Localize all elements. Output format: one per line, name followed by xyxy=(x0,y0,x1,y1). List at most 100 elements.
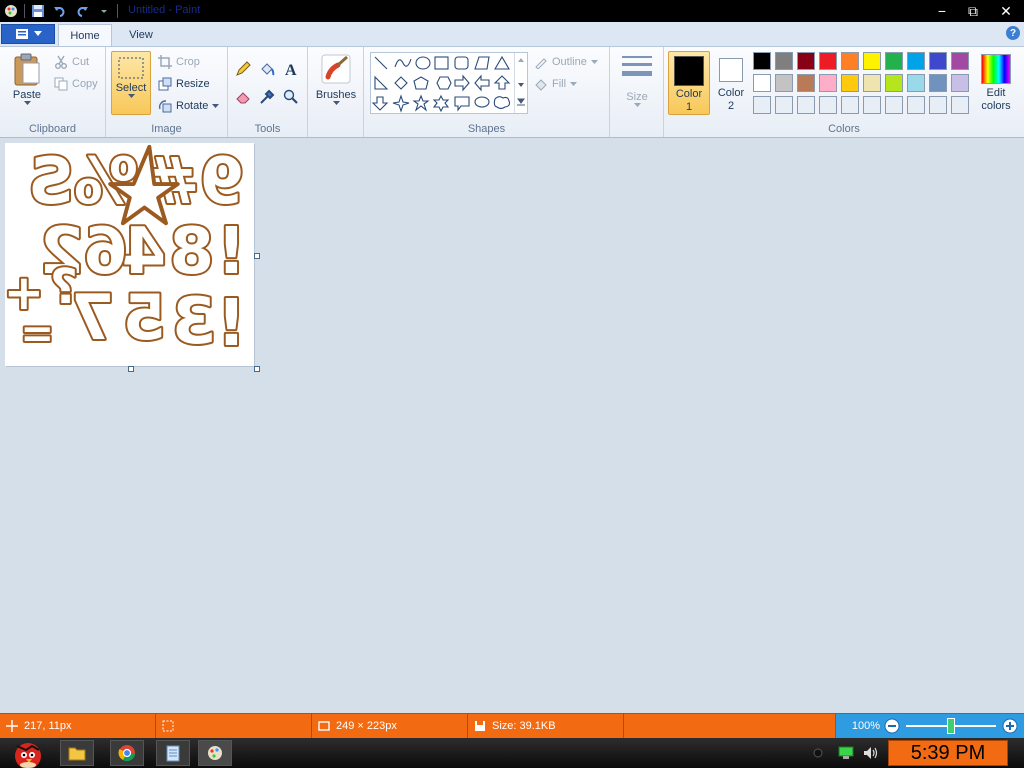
rotate-button[interactable]: Rotate xyxy=(158,99,220,113)
chevron-down-icon xyxy=(590,59,598,64)
palette-swatch[interactable] xyxy=(775,74,793,92)
eraser-icon[interactable] xyxy=(233,87,253,107)
six-point-star-icon xyxy=(432,94,450,113)
file-size-segment: Size: 39.1KB xyxy=(468,714,624,738)
palette-swatch[interactable] xyxy=(907,96,925,114)
taskbar-chrome[interactable] xyxy=(110,740,144,766)
chevron-down-icon xyxy=(570,81,578,86)
palette-swatch[interactable] xyxy=(863,74,881,92)
hexagon-icon xyxy=(436,76,452,90)
color1-button[interactable]: Color 1 xyxy=(668,51,710,115)
zoom-slider-thumb[interactable] xyxy=(947,718,955,734)
start-button[interactable] xyxy=(2,738,52,768)
palette-swatch[interactable] xyxy=(819,52,837,70)
zoom-in-icon[interactable] xyxy=(1002,718,1018,734)
brushes-button[interactable]: Brushes xyxy=(314,53,358,106)
palette-swatch[interactable] xyxy=(841,96,859,114)
tray-dot-icon[interactable] xyxy=(812,747,824,759)
fill-bucket-icon[interactable] xyxy=(257,59,277,79)
pencil-icon[interactable] xyxy=(233,59,253,79)
paint-app-icon[interactable] xyxy=(2,2,20,20)
right-arrow-icon xyxy=(454,74,470,92)
drawing-canvas[interactable]: 9# % S ! 8 4 6 2 ! 3 5 7 ? + = xyxy=(2,143,254,366)
palette-swatch[interactable] xyxy=(797,96,815,114)
resize-handle-corner[interactable] xyxy=(254,366,260,372)
palette-swatch[interactable] xyxy=(775,96,793,114)
resize-handle-right[interactable] xyxy=(254,253,260,259)
minimize-button[interactable]: − xyxy=(928,2,956,20)
palette-swatch[interactable] xyxy=(841,74,859,92)
cursor-position-segment: 217, 11px xyxy=(0,714,156,738)
palette-swatch[interactable] xyxy=(819,96,837,114)
zoom-controls: 100% xyxy=(836,714,1024,738)
palette-swatch[interactable] xyxy=(841,52,859,70)
paint-menu-button[interactable] xyxy=(1,24,55,44)
palette-swatch[interactable] xyxy=(753,96,771,114)
resize-handle-bottom[interactable] xyxy=(128,366,134,372)
chevron-down-icon xyxy=(212,103,220,108)
color2-button[interactable]: Color 2 xyxy=(712,51,750,115)
tab-home[interactable]: Home xyxy=(58,24,112,46)
crop-button[interactable]: Crop xyxy=(158,55,200,69)
palette-swatch[interactable] xyxy=(797,74,815,92)
network-icon[interactable] xyxy=(838,746,854,760)
paste-button[interactable]: Paste xyxy=(8,53,46,106)
select-button[interactable]: Select xyxy=(111,51,151,115)
palette-swatch[interactable] xyxy=(885,52,903,70)
save-icon[interactable] xyxy=(29,2,47,20)
redo-icon[interactable] xyxy=(73,2,91,20)
zoom-out-icon[interactable] xyxy=(884,718,900,734)
palette-swatch[interactable] xyxy=(885,96,903,114)
palette-swatch[interactable] xyxy=(753,74,771,92)
palette-swatch[interactable] xyxy=(775,52,793,70)
outline-button[interactable]: Outline xyxy=(534,55,598,69)
palette-swatch[interactable] xyxy=(951,96,969,114)
palette-swatch[interactable] xyxy=(907,74,925,92)
undo-icon[interactable] xyxy=(51,2,69,20)
size-button[interactable]: Size xyxy=(618,53,656,108)
shapes-gallery xyxy=(370,52,528,114)
palette-swatch[interactable] xyxy=(863,52,881,70)
svg-text:5: 5 xyxy=(123,281,166,354)
taskbar-notepad[interactable] xyxy=(156,740,190,766)
palette-swatch[interactable] xyxy=(907,52,925,70)
close-button[interactable]: ✕ xyxy=(992,2,1020,20)
notepad-icon xyxy=(166,745,180,762)
palette-swatch[interactable] xyxy=(929,74,947,92)
text-icon[interactable]: A xyxy=(281,59,301,79)
file-size: Size: 39.1KB xyxy=(492,720,556,732)
magnifier-icon[interactable] xyxy=(281,87,301,107)
resize-button[interactable]: Resize xyxy=(158,77,210,91)
quick-access-toolbar xyxy=(0,2,118,20)
palette-swatch[interactable] xyxy=(951,74,969,92)
palette-swatch[interactable] xyxy=(885,74,903,92)
fill-button[interactable]: Fill xyxy=(534,77,578,91)
palette-swatch[interactable] xyxy=(863,96,881,114)
cut-button[interactable]: Cut xyxy=(54,55,89,69)
color-picker-icon[interactable] xyxy=(257,87,277,107)
palette-swatch[interactable] xyxy=(819,74,837,92)
down-arrow-icon xyxy=(371,96,389,111)
taskbar-clock[interactable]: 5:39 PM xyxy=(888,740,1008,766)
copy-button[interactable]: Copy xyxy=(54,77,98,91)
palette-swatch[interactable] xyxy=(951,52,969,70)
zoom-slider[interactable] xyxy=(906,718,996,734)
restore-button[interactable]: ⧉ xyxy=(959,2,987,20)
resize-icon xyxy=(158,77,172,91)
mirrored-bubble-characters-image: 9# % S ! 8 4 6 2 ! 3 5 7 ? + = xyxy=(2,143,248,363)
image-group: Select Crop Resize Rotate Image xyxy=(106,47,228,137)
palette-swatch[interactable] xyxy=(929,52,947,70)
palette-swatch[interactable] xyxy=(797,52,815,70)
customize-toolbar-icon[interactable] xyxy=(95,2,113,20)
palette-swatch[interactable] xyxy=(929,96,947,114)
palette-swatch[interactable] xyxy=(753,52,771,70)
edit-colors-button[interactable]: Edit colors xyxy=(976,51,1016,115)
tab-view[interactable]: View xyxy=(116,24,166,46)
color1-swatch xyxy=(674,56,704,86)
volume-icon[interactable] xyxy=(862,745,880,761)
shapes-scrollbar[interactable] xyxy=(514,53,527,113)
help-icon[interactable]: ? xyxy=(1006,26,1020,40)
taskbar-paint[interactable] xyxy=(198,740,232,766)
taskbar-explorer[interactable] xyxy=(60,740,94,766)
five-point-star-icon xyxy=(412,94,430,112)
